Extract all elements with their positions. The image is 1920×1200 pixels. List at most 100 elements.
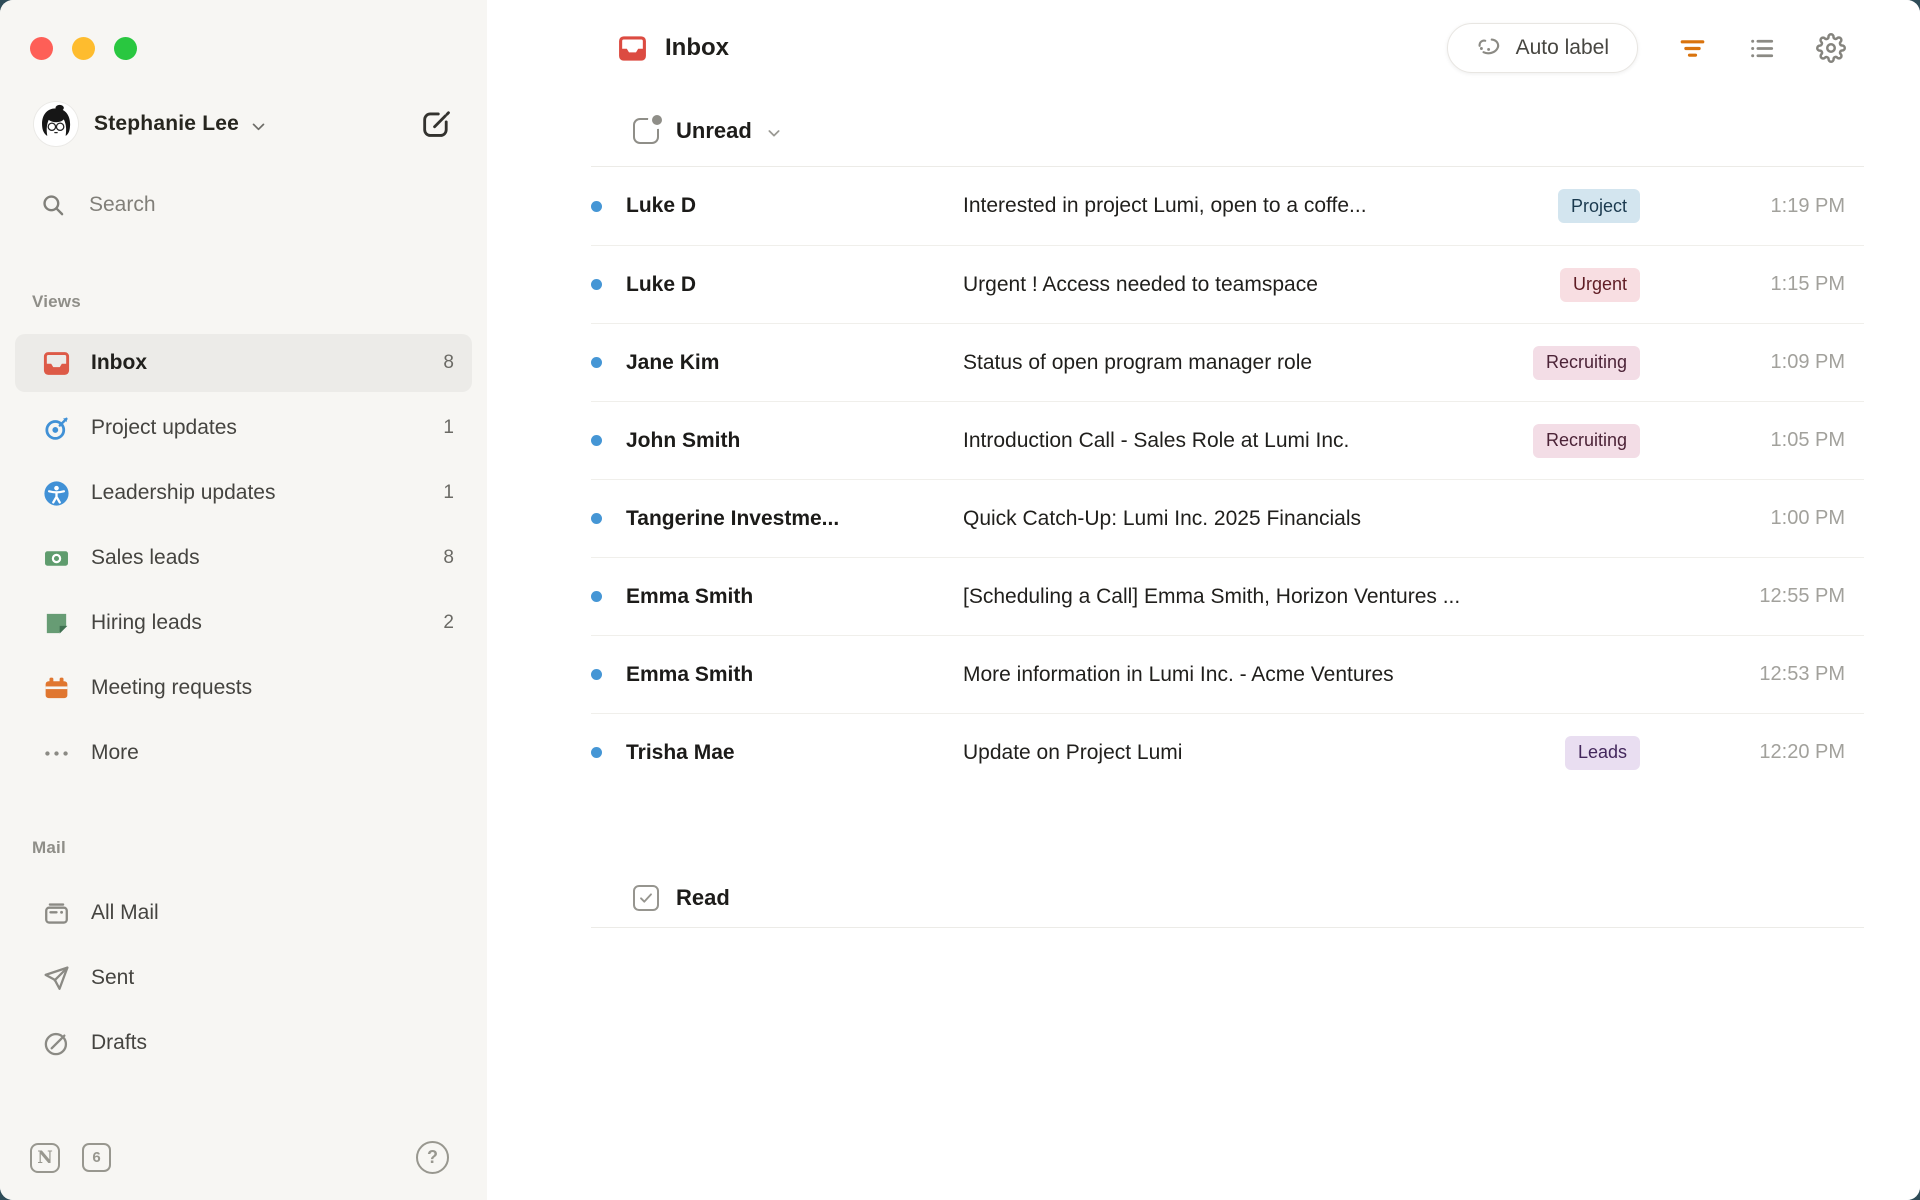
sidebar-item-label: All Mail (91, 901, 159, 925)
sidebar-item-hiring-leads[interactable]: Hiring leads 2 (15, 594, 472, 652)
email-sender: Trisha Mae (626, 741, 963, 765)
header-controls: Auto label (1447, 23, 1846, 73)
main-header: Inbox Auto label (487, 0, 1920, 96)
ellipsis-icon (41, 738, 71, 768)
email-sender: Tangerine Investme... (626, 507, 963, 531)
unread-dot (591, 591, 602, 602)
chevron-down-icon (250, 118, 267, 135)
sidebar-item-label: Leadership updates (91, 481, 275, 505)
draft-icon (41, 1028, 71, 1058)
label-tag: Recruiting (1533, 346, 1640, 380)
email-subject: Quick Catch-Up: Lumi Inc. 2025 Financial… (963, 507, 1640, 531)
email-row[interactable]: Jane Kim Status of open program manager … (591, 323, 1864, 401)
account-switcher[interactable]: Stephanie Lee (34, 102, 455, 146)
label-tag: Project (1558, 189, 1640, 223)
unread-dot (591, 357, 602, 368)
search-button[interactable]: Search (40, 192, 457, 218)
email-row[interactable]: Trisha Mae Update on Project Lumi Leads … (591, 713, 1864, 791)
sidebar-footer: N 6 ? (30, 1141, 449, 1174)
search-icon (40, 192, 66, 218)
sidebar-item-drafts[interactable]: Drafts (15, 1014, 472, 1072)
sidebar-item-label: Sales leads (91, 546, 200, 570)
email-time: 1:00 PM (1640, 507, 1845, 530)
sidebar-item-label: Hiring leads (91, 611, 202, 635)
email-row[interactable]: John Smith Introduction Call - Sales Rol… (591, 401, 1864, 479)
mail-nav: All Mail Sent Drafts (0, 884, 487, 1072)
unread-group-label: Unread (676, 118, 752, 144)
views-section-header: Views (32, 292, 487, 312)
calendar-badge[interactable]: 6 (82, 1143, 111, 1172)
email-row[interactable]: Luke D Interested in project Lumi, open … (591, 167, 1864, 245)
unread-dot (591, 669, 602, 680)
sidebar-item-sent[interactable]: Sent (15, 949, 472, 1007)
send-icon (41, 963, 71, 993)
unread-count: 1 (443, 482, 454, 504)
window-controls (0, 0, 487, 60)
sidebar-item-sales-leads[interactable]: Sales leads 8 (15, 529, 472, 587)
search-label: Search (89, 193, 156, 217)
unread-count: 8 (443, 547, 454, 569)
email-subject: Status of open program manager role (963, 351, 1515, 375)
email-sender: Jane Kim (626, 351, 963, 375)
email-subject: Interested in project Lumi, open to a co… (963, 194, 1540, 218)
sidebar-item-more[interactable]: More (15, 724, 472, 782)
chevron-down-icon[interactable] (766, 125, 782, 141)
unread-count: 1 (443, 417, 454, 439)
unread-dot (591, 435, 602, 446)
read-checkbox-icon[interactable] (633, 885, 659, 911)
person-circle-icon (41, 478, 71, 508)
sidebar-item-label: More (91, 741, 139, 765)
unread-count: 8 (443, 352, 454, 374)
email-subject: Urgent ! Access needed to teamspace (963, 273, 1542, 297)
notion-logo-badge[interactable]: N (30, 1143, 60, 1173)
unread-dot (591, 279, 602, 290)
label-tag: Urgent (1560, 268, 1640, 302)
minimize-button[interactable] (72, 37, 95, 60)
email-row[interactable]: Emma Smith [Scheduling a Call] Emma Smit… (591, 557, 1864, 635)
unread-dot (591, 747, 602, 758)
email-subject: More information in Lumi Inc. - Acme Ven… (963, 663, 1640, 687)
sidebar-item-leadership-updates[interactable]: Leadership updates 1 (15, 464, 472, 522)
read-group-header[interactable]: Read (591, 869, 1864, 927)
email-sender: Emma Smith (626, 663, 963, 687)
money-icon (41, 543, 71, 573)
app-window: Stephanie Lee Search Views (0, 0, 1920, 1200)
unread-group-header[interactable]: Unread (591, 96, 1864, 166)
auto-label-text: Auto label (1516, 36, 1609, 60)
email-time: 12:20 PM (1640, 741, 1845, 764)
mail-section-header: Mail (32, 838, 487, 858)
email-sender: Emma Smith (626, 585, 963, 609)
unread-dot (591, 201, 602, 212)
note-icon (41, 608, 71, 638)
sidebar-item-all-mail[interactable]: All Mail (15, 884, 472, 942)
compose-button[interactable] (417, 105, 455, 143)
settings-gear-icon[interactable] (1816, 33, 1846, 63)
close-button[interactable] (30, 37, 53, 60)
sidebar: Stephanie Lee Search Views (0, 0, 487, 1200)
list-view-button[interactable] (1747, 34, 1776, 63)
sidebar-item-label: Sent (91, 966, 134, 990)
auto-label-button[interactable]: Auto label (1447, 23, 1638, 73)
sidebar-item-label: Inbox (91, 351, 147, 375)
main-panel: Inbox Auto label (487, 0, 1920, 1200)
zoom-button[interactable] (114, 37, 137, 60)
sidebar-item-label: Meeting requests (91, 676, 252, 700)
email-subject: [Scheduling a Call] Emma Smith, Horizon … (963, 585, 1640, 609)
email-row[interactable]: Luke D Urgent ! Access needed to teamspa… (591, 245, 1864, 323)
email-sender: John Smith (626, 429, 963, 453)
email-time: 1:19 PM (1640, 195, 1845, 218)
sidebar-item-label: Drafts (91, 1031, 147, 1055)
views-nav: Inbox 8 Project updates 1 (0, 334, 487, 782)
email-time: 1:15 PM (1640, 273, 1845, 296)
help-button[interactable]: ? (416, 1141, 449, 1174)
select-unread-icon[interactable] (633, 118, 659, 144)
all-mail-icon (41, 898, 71, 928)
sidebar-item-project-updates[interactable]: Project updates 1 (15, 399, 472, 457)
sidebar-item-inbox[interactable]: Inbox 8 (15, 334, 472, 392)
email-subject: Update on Project Lumi (963, 741, 1547, 765)
filter-button[interactable] (1678, 34, 1707, 63)
email-row[interactable]: Emma Smith More information in Lumi Inc.… (591, 635, 1864, 713)
email-row[interactable]: Tangerine Investme... Quick Catch-Up: Lu… (591, 479, 1864, 557)
calendar-day: 6 (92, 1149, 100, 1166)
sidebar-item-meeting-requests[interactable]: Meeting requests (15, 659, 472, 717)
